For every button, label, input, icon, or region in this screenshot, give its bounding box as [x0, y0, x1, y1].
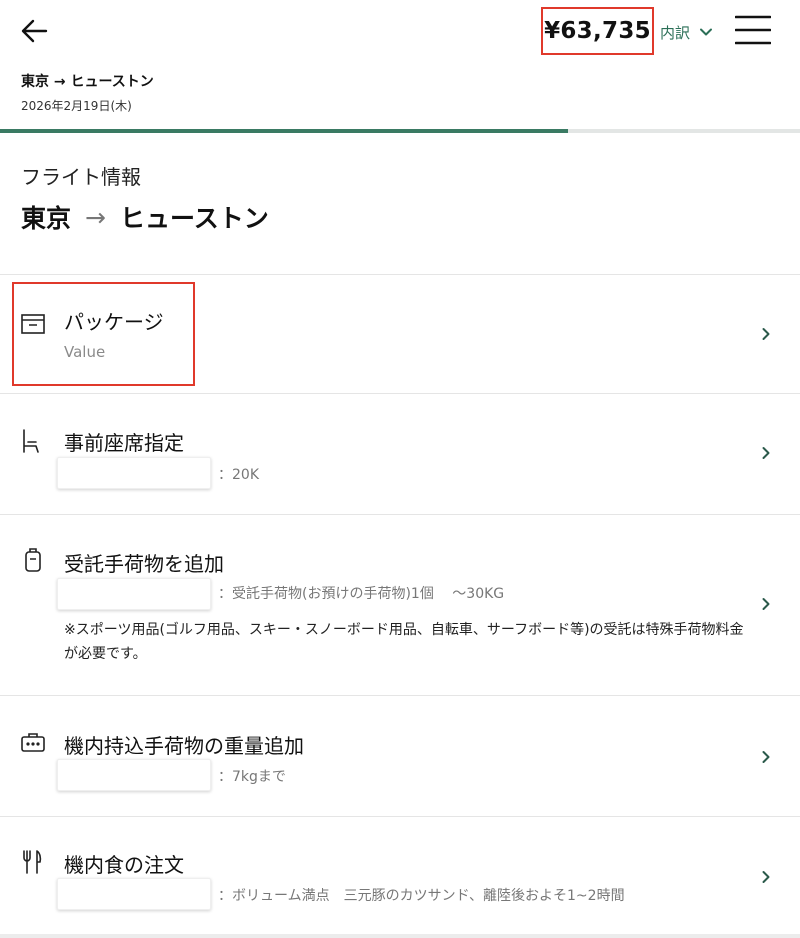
option-row-checked-baggage[interactable]: 受託手荷物を追加 ：受託手荷物(お預けの手荷物)1個 ～30KG ※スポーツ用品…	[0, 515, 800, 695]
option-detail-seat: ：20K	[218, 467, 259, 483]
chevron-right-icon	[762, 328, 770, 340]
option-value-package: Value	[64, 343, 106, 361]
chevron-right-icon	[762, 751, 770, 763]
option-title-carry-on: 機内持込手荷物の重量追加	[64, 734, 304, 758]
baggage-selector-box[interactable]	[57, 578, 211, 610]
breakdown-label: 内訳	[660, 23, 691, 42]
chevron-right-icon	[762, 871, 770, 883]
meal-selector-box[interactable]	[57, 878, 211, 910]
progress-bar	[0, 129, 800, 133]
option-title-meal: 機内食の注文	[64, 853, 184, 877]
fork-knife-icon	[23, 850, 42, 874]
carry-on-selector-box[interactable]	[57, 759, 211, 791]
option-row-meal[interactable]: 機内食の注文 ：ボリューム満点 三元豚のカツサンド、離陸後およそ1~2時間	[0, 817, 800, 938]
header-route: 東京 → ヒューストン	[21, 74, 154, 90]
option-title-package: パッケージ	[64, 310, 164, 334]
baggage-note: ※スポーツ用品(ゴルフ用品、スキー・スノーボード用品、自転車、サーフボード等)の…	[64, 622, 744, 662]
seat-icon	[23, 429, 39, 453]
flight-route-title: 東京 → ヒューストン	[21, 199, 269, 235]
chevron-right-icon	[762, 447, 770, 459]
flight-info-label: フライト情報	[21, 165, 141, 189]
carry-on-bag-icon	[21, 733, 45, 752]
option-detail-checked-baggage: ：受託手荷物(お預けの手荷物)1個 ～30KG	[218, 586, 505, 602]
option-row-seat[interactable]: 事前座席指定 ：20K	[0, 394, 800, 514]
seat-selector-box[interactable]	[57, 457, 211, 489]
header-date: 2026年2月19日(木)	[21, 99, 132, 113]
option-title-checked-baggage: 受託手荷物を追加	[64, 552, 224, 576]
option-detail-meal: ：ボリューム満点 三元豚のカツサンド、離陸後およそ1~2時間	[218, 888, 625, 904]
app-header: ¥63,735 内訳 東京 → ヒューストン 2026年2月19日(木)	[0, 0, 800, 134]
total-price[interactable]: ¥63,735	[541, 7, 654, 55]
chevron-right-icon	[762, 598, 770, 610]
chevron-down-icon	[700, 28, 713, 36]
back-arrow-icon[interactable]	[18, 14, 52, 48]
route-arrow: →	[85, 202, 106, 232]
price-breakdown-toggle[interactable]: 内訳	[660, 20, 713, 44]
option-detail-carry-on: ：7kgまで	[218, 769, 286, 785]
route-destination: ヒューストン	[119, 204, 269, 233]
option-title-seat: 事前座席指定	[64, 431, 184, 455]
bottom-divider	[0, 934, 800, 938]
suitcase-icon	[25, 548, 41, 572]
route-origin: 東京	[21, 204, 72, 233]
option-row-carry-on[interactable]: 機内持込手荷物の重量追加 ：7kgまで	[0, 696, 800, 816]
hamburger-menu-icon[interactable]	[735, 13, 771, 47]
progress-bar-fill	[0, 129, 568, 133]
